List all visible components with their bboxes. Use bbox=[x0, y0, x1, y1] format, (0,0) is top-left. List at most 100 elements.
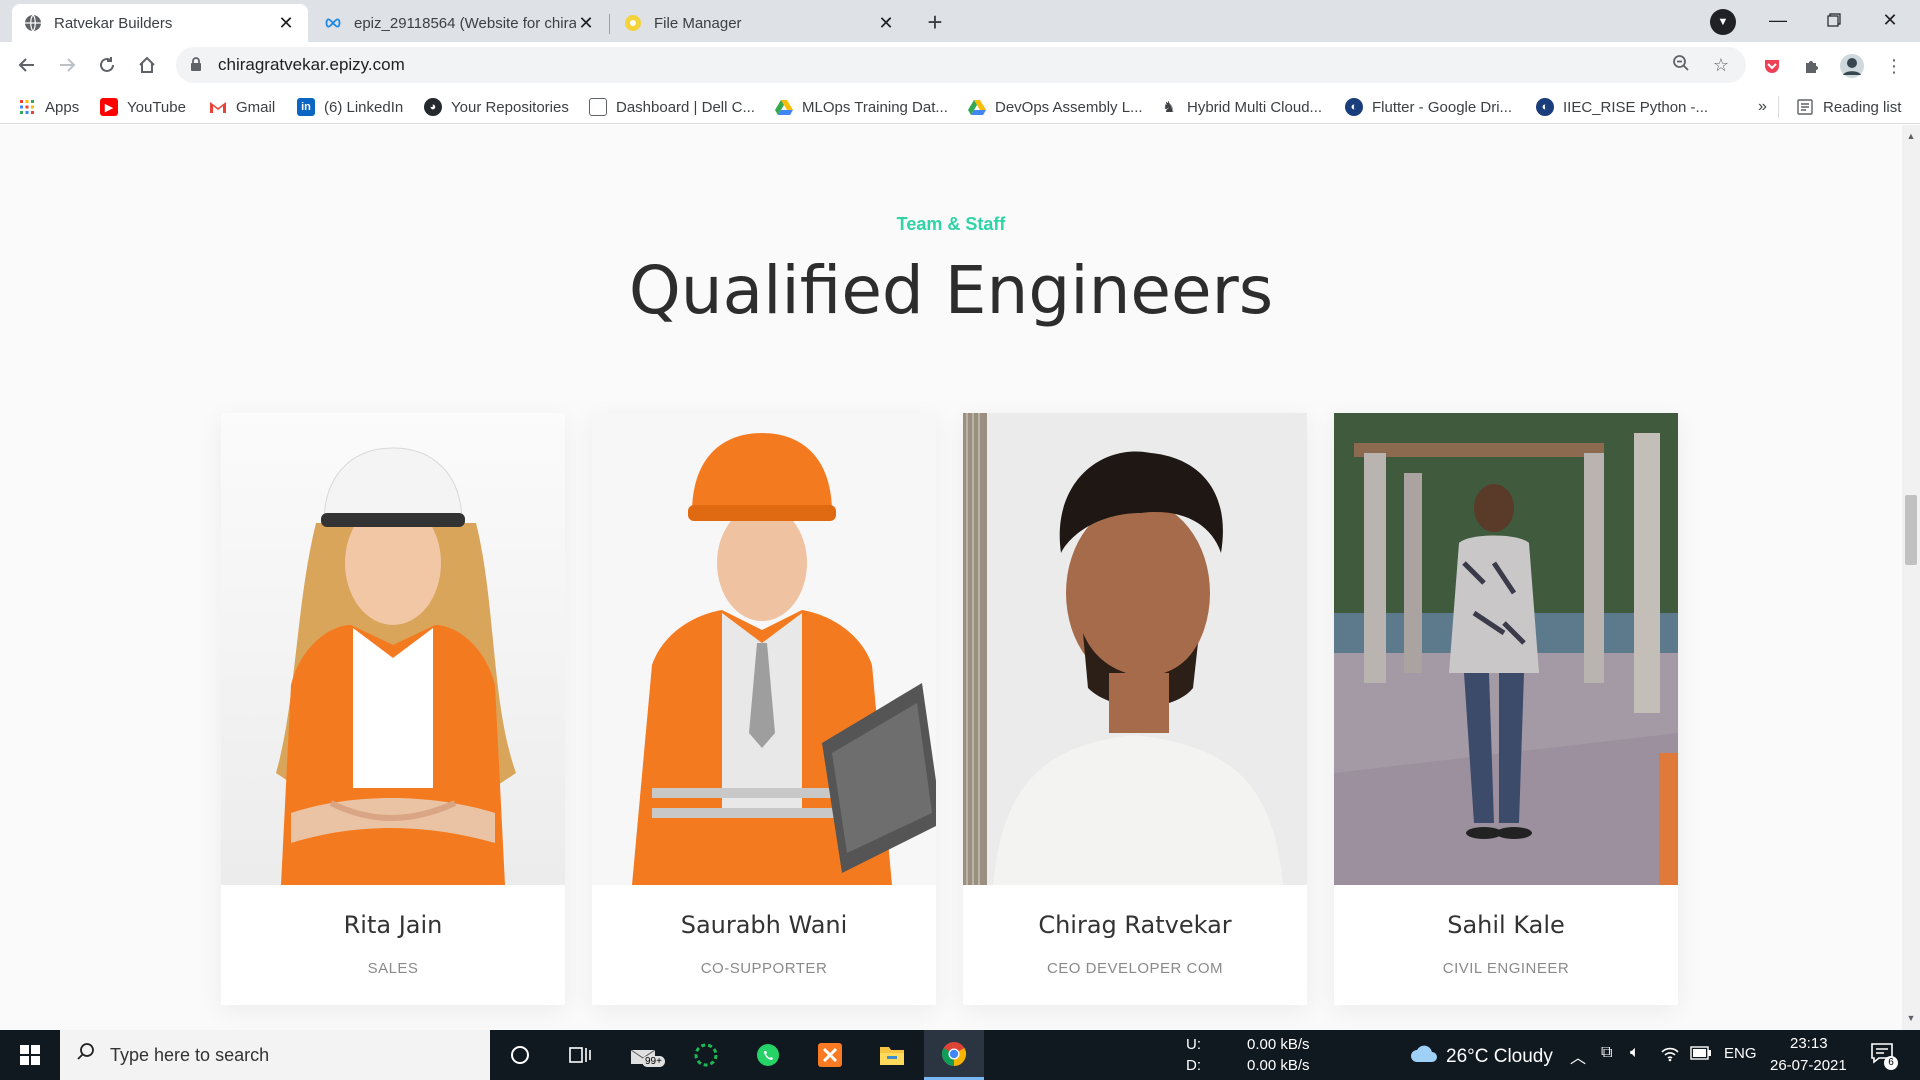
file-manager-icon bbox=[624, 14, 642, 32]
device-icon[interactable]: ⧉ bbox=[1601, 1044, 1612, 1062]
net-upload-label: U: bbox=[1186, 1036, 1201, 1053]
tab-separator bbox=[609, 14, 610, 34]
team-card[interactable]: Sahil Kale CIVIL ENGINEER bbox=[1334, 413, 1678, 1005]
clock-time[interactable]: 23:13 bbox=[1790, 1035, 1828, 1052]
zoom-icon[interactable] bbox=[1666, 54, 1696, 77]
team-member-role: CEO DEVELOPER COM bbox=[1046, 960, 1224, 977]
bookmark-dashboard-dell[interactable]: Dashboard | Dell C... bbox=[589, 96, 755, 118]
search-icon bbox=[76, 1042, 96, 1068]
restore-icon[interactable] bbox=[1806, 0, 1862, 40]
battery-icon[interactable] bbox=[1690, 1046, 1712, 1064]
team-member-role: CO-SUPPORTER bbox=[700, 960, 828, 977]
windows-start-icon[interactable] bbox=[0, 1030, 60, 1080]
notification-count: 6 bbox=[1884, 1056, 1898, 1070]
person-icon: ♞ bbox=[1162, 99, 1176, 116]
gmail-icon bbox=[209, 98, 227, 116]
windows-taskbar: Type here to search 99+ U: D: 0.00 kB/s … bbox=[0, 1030, 1920, 1080]
section-subtitle: Team & Staff bbox=[896, 214, 1006, 234]
file-explorer-icon[interactable] bbox=[862, 1030, 922, 1080]
team-photo-saurabh-wani bbox=[592, 413, 936, 885]
new-tab-button[interactable]: + bbox=[918, 7, 952, 37]
tab-epiz[interactable]: epiz_29118564 (Website for chira ✕ bbox=[312, 4, 608, 42]
back-icon[interactable] bbox=[12, 50, 42, 80]
page-scrollbar[interactable]: ▲ ▼ bbox=[1902, 125, 1920, 1030]
address-bar[interactable]: chiragratvekar.epizy.com ☆ bbox=[176, 47, 1746, 83]
close-tab-icon[interactable]: ✕ bbox=[876, 13, 896, 33]
bookmark-label: IIEC_RISE Python -... bbox=[1563, 98, 1709, 116]
bookmarks-overflow-button[interactable]: » bbox=[1758, 96, 1767, 118]
tab-title: File Manager bbox=[654, 14, 742, 32]
close-window-icon[interactable]: ✕ bbox=[1862, 0, 1918, 40]
tab-file-manager[interactable]: File Manager ✕ bbox=[612, 4, 908, 42]
net-upload-speed: 0.00 kB/s bbox=[1247, 1036, 1310, 1053]
bookmark-hybrid-multi-cloud[interactable]: ♞ Hybrid Multi Cloud... bbox=[1160, 96, 1322, 118]
scroll-thumb[interactable] bbox=[1905, 495, 1917, 565]
taskbar-search-box[interactable]: Type here to search bbox=[60, 1030, 490, 1080]
bookmark-label: MLOps Training Dat... bbox=[802, 98, 948, 116]
team-member-name: Rita Jain bbox=[343, 911, 443, 939]
bookmark-mlops[interactable]: MLOps Training Dat... bbox=[775, 96, 948, 118]
reload-icon[interactable] bbox=[92, 50, 122, 80]
globe-icon: ◐ bbox=[1345, 98, 1363, 116]
volume-icon[interactable]: 🔈︎ bbox=[1630, 1044, 1640, 1062]
bookmark-youtube[interactable]: ▶ YouTube bbox=[100, 96, 186, 118]
drive-icon bbox=[775, 98, 793, 116]
bookmark-your-repositories[interactable]: ◕ Your Repositories bbox=[424, 96, 569, 118]
bookmark-devops-assembly[interactable]: DevOps Assembly L... bbox=[968, 96, 1143, 118]
team-card[interactable]: Chirag Ratvekar CEO DEVELOPER COM bbox=[963, 413, 1307, 1005]
minimize-icon[interactable]: — bbox=[1750, 0, 1806, 40]
bookmark-flutter[interactable]: ◐ Flutter - Google Dri... bbox=[1345, 96, 1512, 118]
xampp-icon[interactable] bbox=[800, 1030, 860, 1080]
task-view-icon[interactable] bbox=[550, 1030, 610, 1080]
loading-app-icon[interactable] bbox=[676, 1030, 736, 1080]
profile-avatar-icon[interactable] bbox=[1838, 52, 1866, 80]
bookmarks-bar: Apps ▶ YouTube Gmail in (6) LinkedIn ◕ Y… bbox=[0, 88, 1920, 124]
section-title: Qualified Engineers bbox=[628, 252, 1274, 329]
scroll-down-icon[interactable]: ▼ bbox=[1906, 1013, 1916, 1023]
bookmark-label: Apps bbox=[45, 98, 80, 116]
reading-list-icon bbox=[1796, 98, 1814, 116]
tab-strip: Ratvekar Builders ✕ epiz_29118564 (Websi… bbox=[0, 0, 1920, 42]
team-card[interactable]: Rita Jain SALES bbox=[221, 413, 565, 1005]
bookmark-label: Gmail bbox=[236, 98, 276, 116]
whatsapp-icon[interactable] bbox=[738, 1030, 798, 1080]
chevron-up-icon[interactable]: ︿ bbox=[1570, 1044, 1586, 1068]
browser-toolbar: chiragratvekar.epizy.com ☆ ⋮ bbox=[0, 42, 1920, 88]
menu-kebab-icon[interactable]: ⋮ bbox=[1880, 52, 1908, 80]
bookmarks-divider bbox=[1778, 96, 1779, 118]
tab-search-icon[interactable]: ▼ bbox=[1710, 9, 1736, 35]
extensions-puzzle-icon[interactable] bbox=[1798, 52, 1826, 80]
team-member-name: Chirag Ratvekar bbox=[1038, 911, 1232, 939]
bookmark-star-icon[interactable]: ☆ bbox=[1706, 55, 1736, 76]
cloud-icon bbox=[1410, 1044, 1438, 1070]
pocket-extension-icon[interactable] bbox=[1758, 52, 1786, 80]
bookmark-linkedin[interactable]: in (6) LinkedIn bbox=[297, 96, 403, 118]
cortana-icon[interactable] bbox=[490, 1030, 550, 1080]
bookmark-gmail[interactable]: Gmail bbox=[209, 96, 275, 118]
lock-icon[interactable] bbox=[190, 56, 206, 74]
chrome-icon[interactable] bbox=[924, 1030, 984, 1080]
forward-icon[interactable] bbox=[52, 50, 82, 80]
url-text[interactable]: chiragratvekar.epizy.com bbox=[218, 55, 1666, 75]
globe-icon bbox=[24, 14, 42, 32]
net-download-speed: 0.00 kB/s bbox=[1247, 1057, 1310, 1074]
bookmark-apps[interactable]: Apps bbox=[18, 96, 79, 118]
mail-icon[interactable]: 99+ bbox=[614, 1030, 674, 1080]
team-card[interactable]: Saurabh Wani CO-SUPPORTER bbox=[592, 413, 936, 1005]
close-tab-icon[interactable]: ✕ bbox=[576, 13, 596, 33]
clock-date[interactable]: 26-07-2021 bbox=[1770, 1057, 1847, 1074]
close-tab-icon[interactable]: ✕ bbox=[276, 13, 296, 33]
weather-widget[interactable]: 26°C Cloudy bbox=[1410, 1044, 1553, 1070]
reading-list-button[interactable]: Reading list bbox=[1796, 96, 1901, 118]
wifi-icon[interactable] bbox=[1660, 1044, 1680, 1066]
notification-center-icon[interactable]: 6 bbox=[1870, 1042, 1898, 1070]
scroll-up-icon[interactable]: ▲ bbox=[1906, 131, 1916, 141]
bookmark-iiec-rise[interactable]: ◐ IIEC_RISE Python -... bbox=[1536, 96, 1708, 118]
bookmark-label: Your Repositories bbox=[451, 98, 569, 116]
drive-icon bbox=[968, 98, 986, 116]
home-icon[interactable] bbox=[132, 50, 162, 80]
linkedin-icon: in bbox=[297, 98, 315, 116]
language-indicator[interactable]: ENG bbox=[1724, 1045, 1757, 1062]
tab-ratvekar-builders[interactable]: Ratvekar Builders ✕ bbox=[12, 4, 308, 42]
mail-badge: 99+ bbox=[642, 1056, 665, 1067]
